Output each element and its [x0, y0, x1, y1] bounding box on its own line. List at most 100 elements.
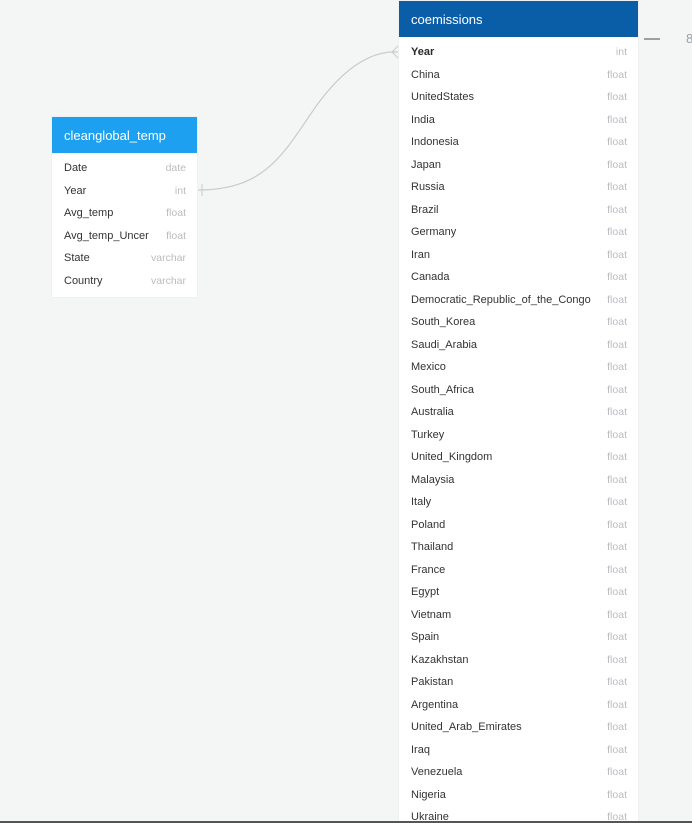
field-type: float — [607, 113, 627, 126]
field-list: Year int China float UnitedStates float Ind… — [399, 37, 638, 823]
field-row[interactable]: Brazil float — [399, 199, 638, 222]
field-name: Russia — [411, 181, 445, 194]
field-row[interactable]: South_Korea float — [399, 311, 638, 334]
field-name: Year — [411, 46, 435, 59]
field-row[interactable]: Date date — [52, 157, 197, 180]
field-row[interactable]: Iraq float — [399, 739, 638, 762]
field-row[interactable]: State varchar — [52, 247, 197, 270]
field-row[interactable]: Vietnam float — [399, 604, 638, 627]
zoom-level: 8 — [686, 31, 692, 46]
field-list: Date date Year int Avg_temp float Avg_te… — [52, 153, 197, 292]
table-header[interactable]: coemissions — [399, 1, 638, 37]
field-row[interactable]: Japan float — [399, 154, 638, 177]
field-type: varchar — [150, 252, 186, 265]
field-type: float — [607, 788, 627, 801]
field-row[interactable]: China float — [399, 64, 638, 87]
field-name: Indonesia — [411, 136, 459, 149]
field-row[interactable]: Iran float — [399, 244, 638, 267]
field-name: Avg_temp_Uncer — [64, 229, 149, 242]
field-row[interactable]: Thailand float — [399, 536, 638, 559]
field-row[interactable]: Kazakhstan float — [399, 649, 638, 672]
table-name: coemissions — [411, 11, 483, 27]
field-row[interactable]: Poland float — [399, 514, 638, 537]
field-row[interactable]: Country varchar — [52, 270, 197, 293]
field-type: float — [607, 226, 627, 239]
diagram-canvas[interactable]: cleanglobal_temp Date date Year int Avg_… — [0, 0, 692, 823]
field-type: float — [607, 136, 627, 149]
field-row[interactable]: Indonesia float — [399, 131, 638, 154]
field-row[interactable]: Malaysia float — [399, 469, 638, 492]
field-type: float — [607, 631, 627, 644]
field-name: Argentina — [411, 698, 459, 711]
field-name: Iran — [411, 248, 430, 261]
field-name: South_Africa — [411, 383, 474, 396]
field-row[interactable]: Italy float — [399, 491, 638, 514]
field-row[interactable]: India float — [399, 109, 638, 132]
field-type: int — [615, 46, 627, 59]
field-type: float — [607, 721, 627, 734]
field-row[interactable]: Democratic_Republic_of_the_Congo float — [399, 289, 638, 312]
field-type: float — [166, 229, 186, 242]
field-type: float — [607, 496, 627, 509]
field-row[interactable]: France float — [399, 559, 638, 582]
field-row[interactable]: Nigeria float — [399, 784, 638, 807]
field-row[interactable]: Germany float — [399, 221, 638, 244]
field-type: float — [607, 676, 627, 689]
field-name: State — [64, 252, 90, 265]
field-name: Canada — [411, 271, 450, 284]
table-name: cleanglobal_temp — [64, 127, 166, 143]
field-type: float — [607, 743, 627, 756]
field-row[interactable]: Year int — [52, 180, 197, 203]
field-row[interactable]: South_Africa float — [399, 379, 638, 402]
field-row[interactable]: Avg_temp float — [52, 202, 197, 225]
field-row[interactable]: Saudi_Arabia float — [399, 334, 638, 357]
field-type: float — [607, 383, 627, 396]
field-name: Kazakhstan — [411, 653, 469, 666]
field-type: float — [607, 406, 627, 419]
field-type: float — [607, 698, 627, 711]
field-type: float — [607, 248, 627, 261]
field-name: Vietnam — [411, 608, 452, 621]
field-name: Venezuela — [411, 766, 463, 779]
field-type: float — [607, 68, 627, 81]
field-name: Poland — [411, 518, 446, 531]
field-row[interactable]: Egypt float — [399, 581, 638, 604]
field-row[interactable]: Mexico float — [399, 356, 638, 379]
field-row[interactable]: Turkey float — [399, 424, 638, 447]
field-row[interactable]: Pakistan float — [399, 671, 638, 694]
field-type: varchar — [150, 274, 186, 287]
minus-icon — [644, 38, 660, 40]
field-name: Date — [64, 162, 88, 175]
field-name: Saudi_Arabia — [411, 338, 478, 351]
field-name: Brazil — [411, 203, 439, 216]
field-row[interactable]: Avg_temp_Uncer float — [52, 225, 197, 248]
table-header[interactable]: cleanglobal_temp — [52, 117, 197, 153]
field-name: Spain — [411, 631, 440, 644]
field-name: Italy — [411, 496, 432, 509]
field-row[interactable]: Australia float — [399, 401, 638, 424]
field-type: float — [607, 541, 627, 554]
field-row[interactable]: United_Kingdom float — [399, 446, 638, 469]
field-type: float — [607, 653, 627, 666]
table-coemissions[interactable]: coemissions Year int China float UnitedSta… — [399, 1, 638, 823]
field-type: float — [607, 428, 627, 441]
field-name: UnitedStates — [411, 91, 474, 104]
field-type: float — [607, 361, 627, 374]
field-name: Year — [64, 184, 87, 197]
field-type: float — [607, 451, 627, 464]
field-type: float — [607, 766, 627, 779]
field-row[interactable]: Canada float — [399, 266, 638, 289]
field-row[interactable]: United_Arab_Emirates float — [399, 716, 638, 739]
field-row[interactable]: Year int — [399, 41, 638, 64]
field-name: United_Arab_Emirates — [411, 721, 522, 734]
field-row[interactable]: Spain float — [399, 626, 638, 649]
field-row[interactable]: UnitedStates float — [399, 86, 638, 109]
field-row[interactable]: Russia float — [399, 176, 638, 199]
field-name: Germany — [411, 226, 457, 239]
field-type: float — [607, 158, 627, 171]
field-name: Country — [64, 274, 103, 287]
field-row[interactable]: Argentina float — [399, 694, 638, 717]
table-cleanglobal-temp[interactable]: cleanglobal_temp Date date Year int Avg_… — [52, 117, 197, 297]
field-type: float — [607, 271, 627, 284]
field-row[interactable]: Venezuela float — [399, 761, 638, 784]
